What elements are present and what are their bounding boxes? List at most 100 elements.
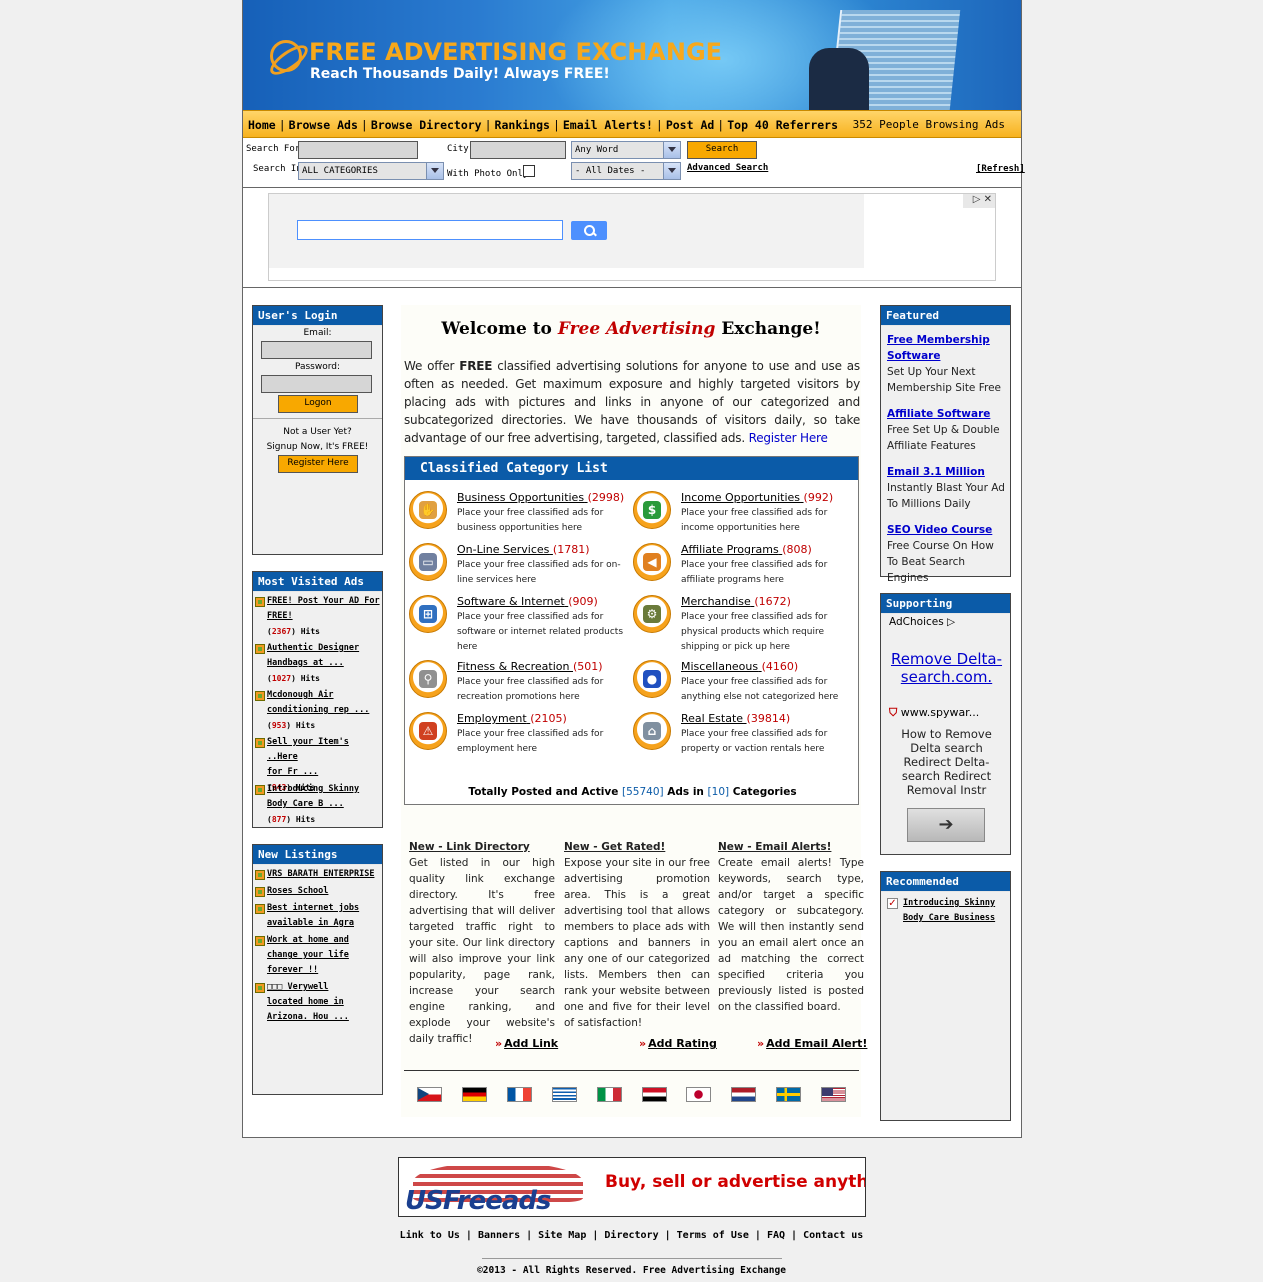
dutch-flag-icon[interactable]: [731, 1087, 757, 1102]
category-link[interactable]: Real Estate (39814): [681, 712, 790, 725]
email-field[interactable]: [261, 341, 372, 359]
footer-link-banners[interactable]: Banners: [478, 1230, 520, 1241]
category-link[interactable]: Miscellaneous (4160): [681, 660, 798, 673]
nav-browse-ads[interactable]: Browse Ads: [289, 118, 358, 132]
adchoices-label[interactable]: AdChoices ▷: [889, 616, 955, 628]
ad-search-input[interactable]: [297, 220, 563, 240]
nav-top-referrers[interactable]: Top 40 Referrers: [727, 118, 838, 132]
ad-link-line1[interactable]: Introducing Skinny: [267, 782, 382, 797]
footer-link-site-map[interactable]: Site Map: [538, 1230, 586, 1241]
ad-link-line2[interactable]: for Fr ...: [267, 765, 382, 780]
list-item[interactable]: Work at home and change your life forever …: [253, 933, 382, 978]
dates-select[interactable]: - All Dates -: [571, 162, 681, 180]
usfreeads-banner[interactable]: USFreeads Buy, sell or advertise anythin…: [398, 1157, 866, 1217]
list-item[interactable]: Roses School: [253, 884, 382, 899]
feature-title[interactable]: New - Email Alerts!: [718, 839, 864, 855]
listing-link[interactable]: □□□ Verywell: [267, 980, 382, 995]
footer-link-link-to-us[interactable]: Link to Us: [400, 1230, 460, 1241]
register-link[interactable]: Register Here: [749, 431, 828, 445]
nav-home[interactable]: Home: [248, 118, 276, 132]
ad-headline[interactable]: Remove Delta-search.com.: [889, 650, 1004, 686]
ad-link-line2[interactable]: Handbags at ...: [267, 656, 382, 671]
listing-link[interactable]: Roses School: [267, 884, 382, 899]
ad-link-line1[interactable]: FREE! Post Your AD For: [267, 594, 382, 609]
listing-link[interactable]: Work at home and: [267, 933, 382, 948]
recommended-item[interactable]: ✓ Introducing Skinny Body Care Business: [885, 896, 1007, 926]
czech-flag-icon[interactable]: [417, 1087, 442, 1102]
photo-only-checkbox[interactable]: [523, 165, 535, 177]
list-item[interactable]: □□□ Verywell located home in Arizona. Hou …: [253, 980, 382, 1025]
arrow-right-icon[interactable]: ➔: [907, 808, 985, 842]
us-flag-icon[interactable]: [821, 1087, 847, 1102]
hits-count: (877) Hits: [267, 815, 316, 824]
add-link-button[interactable]: Add Link: [495, 1037, 558, 1050]
category-link[interactable]: Employment (2105): [457, 712, 567, 725]
listing-link[interactable]: VRS BARATH ENTERPRISE: [267, 867, 382, 882]
footer-link-faq[interactable]: FAQ: [767, 1230, 785, 1241]
city-input[interactable]: [470, 141, 566, 159]
feature-title[interactable]: New - Link Directory: [409, 839, 555, 855]
feature-title[interactable]: New - Get Rated!: [564, 839, 710, 855]
listing-link-line2[interactable]: change your life: [267, 948, 382, 963]
listing-link[interactable]: Best internet jobs: [267, 901, 382, 916]
nav-browse-directory[interactable]: Browse Directory: [371, 118, 482, 132]
list-item[interactable]: Mcdonough Air conditioning rep ... (953) H…: [253, 688, 382, 735]
footer-link-contact[interactable]: Contact us: [803, 1230, 863, 1241]
list-item[interactable]: Sell your Item's ..Here for Fr ... (943) H…: [253, 735, 382, 792]
search-button[interactable]: Search: [687, 141, 757, 159]
nav-rankings[interactable]: Rankings: [495, 118, 550, 132]
list-item[interactable]: Introducing Skinny Body Care B ... (877) H…: [253, 782, 382, 829]
advanced-search-link[interactable]: Advanced Search: [687, 163, 768, 173]
egyptian-flag-icon[interactable]: [641, 1087, 667, 1102]
ad-link-line1[interactable]: Authentic Designer: [267, 641, 382, 656]
listing-link-line2[interactable]: available in Agra: [267, 916, 382, 931]
footer-link-terms[interactable]: Terms of Use: [677, 1230, 749, 1241]
password-field[interactable]: [261, 375, 372, 393]
greek-flag-icon[interactable]: [551, 1087, 577, 1102]
list-item[interactable]: FREE! Post Your AD For FREE! (2367) Hits: [253, 594, 382, 641]
featured-link[interactable]: SEO Video Course: [887, 522, 1007, 538]
japanese-flag-icon[interactable]: [686, 1087, 712, 1102]
add-rating-button[interactable]: Add Rating: [639, 1037, 717, 1050]
ad-link-line2[interactable]: FREE!: [267, 609, 382, 624]
category-select[interactable]: ALL CATEGORIES: [298, 162, 444, 180]
register-button[interactable]: Register Here: [278, 455, 358, 473]
nav-email-alerts[interactable]: Email Alerts!: [563, 118, 653, 132]
site-title[interactable]: FREE ADVERTISING EXCHANGE: [309, 38, 722, 66]
featured-link[interactable]: Email 3.1 Million: [887, 464, 1007, 480]
category-link[interactable]: Software & Internet (909): [457, 595, 598, 608]
logon-button[interactable]: Logon: [278, 395, 358, 413]
category-link[interactable]: On-Line Services (1781): [457, 543, 589, 556]
refresh-link[interactable]: [Refresh]: [976, 164, 1025, 174]
category-link[interactable]: Income Opportunities (992): [681, 491, 833, 504]
ad-close-icon[interactable]: ▷ ✕: [963, 194, 995, 208]
category-link[interactable]: Affiliate Programs (808): [681, 543, 812, 556]
german-flag-icon[interactable]: [461, 1087, 487, 1102]
listing-link-line3[interactable]: forever !!: [267, 963, 382, 978]
category-link[interactable]: Business Opportunities (2998): [457, 491, 624, 504]
italian-flag-icon[interactable]: [596, 1087, 622, 1102]
add-email-alert-button[interactable]: Add Email Alert!: [757, 1037, 867, 1050]
listing-link-line3[interactable]: Arizona. Hou ...: [267, 1010, 382, 1025]
ad-link-line1[interactable]: Mcdonough Air: [267, 688, 382, 703]
ad-link-line2[interactable]: conditioning rep ...: [267, 703, 382, 718]
french-flag-icon[interactable]: [506, 1087, 532, 1102]
ad-domain-row[interactable]: ⛉ www.spywar...: [889, 706, 1009, 720]
category-link[interactable]: Fitness & Recreation (501): [457, 660, 603, 673]
nav-post-ad[interactable]: Post Ad: [666, 118, 714, 132]
search-input[interactable]: [298, 141, 418, 159]
list-item[interactable]: VRS BARATH ENTERPRISE: [253, 867, 382, 882]
recommended-link[interactable]: Introducing Skinny Body Care Business: [885, 896, 1007, 926]
word-select[interactable]: Any Word: [571, 141, 681, 159]
ad-link-line1[interactable]: Sell your Item's ..Here: [267, 735, 382, 765]
list-item[interactable]: Best internet jobs available in Agra: [253, 901, 382, 931]
swedish-flag-icon[interactable]: [776, 1087, 802, 1102]
footer-link-directory[interactable]: Directory: [604, 1230, 658, 1241]
category-link[interactable]: Merchandise (1672): [681, 595, 791, 608]
search-icon[interactable]: [571, 221, 607, 240]
list-item[interactable]: Authentic Designer Handbags at ... (1027) …: [253, 641, 382, 688]
ad-link-line2[interactable]: Body Care B ...: [267, 797, 382, 812]
featured-link[interactable]: Free Membership Software: [887, 332, 1007, 364]
featured-link[interactable]: Affiliate Software: [887, 406, 1007, 422]
listing-link-line2[interactable]: located home in: [267, 995, 382, 1010]
